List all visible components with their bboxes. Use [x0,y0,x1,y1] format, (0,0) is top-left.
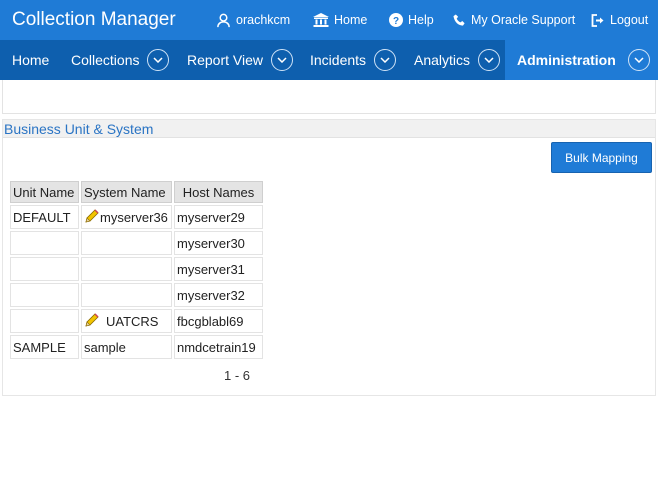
chevron-down-icon[interactable] [374,49,397,71]
main-nav: Home Collections Report View Incidents A… [0,40,658,80]
table-row: SAMPLE sample nmdcetrain19 [10,335,263,359]
logout-icon [591,13,605,27]
column-header-host-names[interactable]: Host Names [174,181,263,203]
nav-home-label: Home [12,52,50,68]
business-unit-region: Business Unit & System Bulk Mapping Unit… [2,119,656,396]
phone-icon [453,13,466,27]
help-link-label: Help [408,13,434,27]
top-header: Collection Manager orachkcm Home ? Help … [0,0,658,40]
nav-incidents[interactable]: Incidents [310,40,397,80]
cell-system-name: sample [81,335,172,359]
cell-host-name: myserver32 [174,283,263,307]
cell-unit-name: SAMPLE [10,335,79,359]
breadcrumb-panel [2,80,656,114]
nav-collections[interactable]: Collections [71,40,170,80]
support-link-label: My Oracle Support [471,13,576,27]
region-header: Business Unit & System [3,120,655,138]
cell-unit-name [10,309,79,333]
bulk-mapping-button[interactable]: Bulk Mapping [551,142,652,173]
edit-pencil-icon[interactable] [84,208,100,227]
chevron-down-icon[interactable] [627,49,650,71]
table-header-row: Unit Name System Name Host Names [10,181,263,203]
cell-system-name [81,231,172,255]
nav-home[interactable]: Home [12,40,49,80]
cell-host-name: myserver29 [174,205,263,229]
cell-system-name: UATCRS [81,309,172,333]
nav-report-view-label: Report View [187,52,264,68]
cell-unit-name [10,257,79,281]
nav-analytics-label: Analytics [414,52,471,68]
cell-host-name: nmdcetrain19 [174,335,263,359]
nav-administration-label: Administration [517,52,616,68]
help-icon: ? [389,13,403,27]
nav-analytics[interactable]: Analytics [414,40,501,80]
table-row: DEFAULT myserver36 myserver29 [10,205,263,229]
cell-host-name: myserver30 [174,231,263,255]
help-link[interactable]: ? Help [389,0,434,40]
cell-unit-name [10,231,79,255]
table-row: UATCRS fbcgblabl69 [10,309,263,333]
edit-pencil-icon[interactable] [84,312,100,331]
nav-incidents-label: Incidents [310,52,367,68]
chevron-down-icon[interactable] [478,49,501,71]
nav-report-view[interactable]: Report View [187,40,294,80]
chevron-down-icon[interactable] [147,49,170,71]
nav-collections-label: Collections [71,52,140,68]
user-menu-link[interactable]: orachkcm [216,0,290,40]
support-link[interactable]: My Oracle Support [453,0,575,40]
cell-system-name [81,257,172,281]
nav-administration[interactable]: Administration [505,40,658,80]
home-icon [313,13,329,27]
system-name-text: UATCRS [106,313,159,329]
system-name-text: myserver36 [100,209,168,225]
column-header-unit-name[interactable]: Unit Name [10,181,79,203]
region-title: Business Unit & System [4,121,154,137]
home-link-label: Home [334,13,368,27]
column-header-system-name[interactable]: System Name [81,181,172,203]
table-row: myserver31 [10,257,263,281]
svg-text:?: ? [393,16,399,27]
user-name-label: orachkcm [236,13,291,27]
user-icon [216,13,231,28]
logout-link[interactable]: Logout [591,0,648,40]
cell-unit-name [10,283,79,307]
business-unit-table: Unit Name System Name Host Names DEFAULT… [8,179,265,361]
chevron-down-icon[interactable] [271,49,294,71]
cell-system-name: myserver36 [81,205,172,229]
cell-system-name [81,283,172,307]
logout-link-label: Logout [610,13,649,27]
home-link[interactable]: Home [313,0,367,40]
app-title: Collection Manager [12,9,176,30]
table-row: myserver30 [10,231,263,255]
pagination-label: 1 - 6 [224,368,251,383]
cell-host-name: fbcgblabl69 [174,309,263,333]
table-row: myserver32 [10,283,263,307]
cell-unit-name: DEFAULT [10,205,79,229]
cell-host-name: myserver31 [174,257,263,281]
